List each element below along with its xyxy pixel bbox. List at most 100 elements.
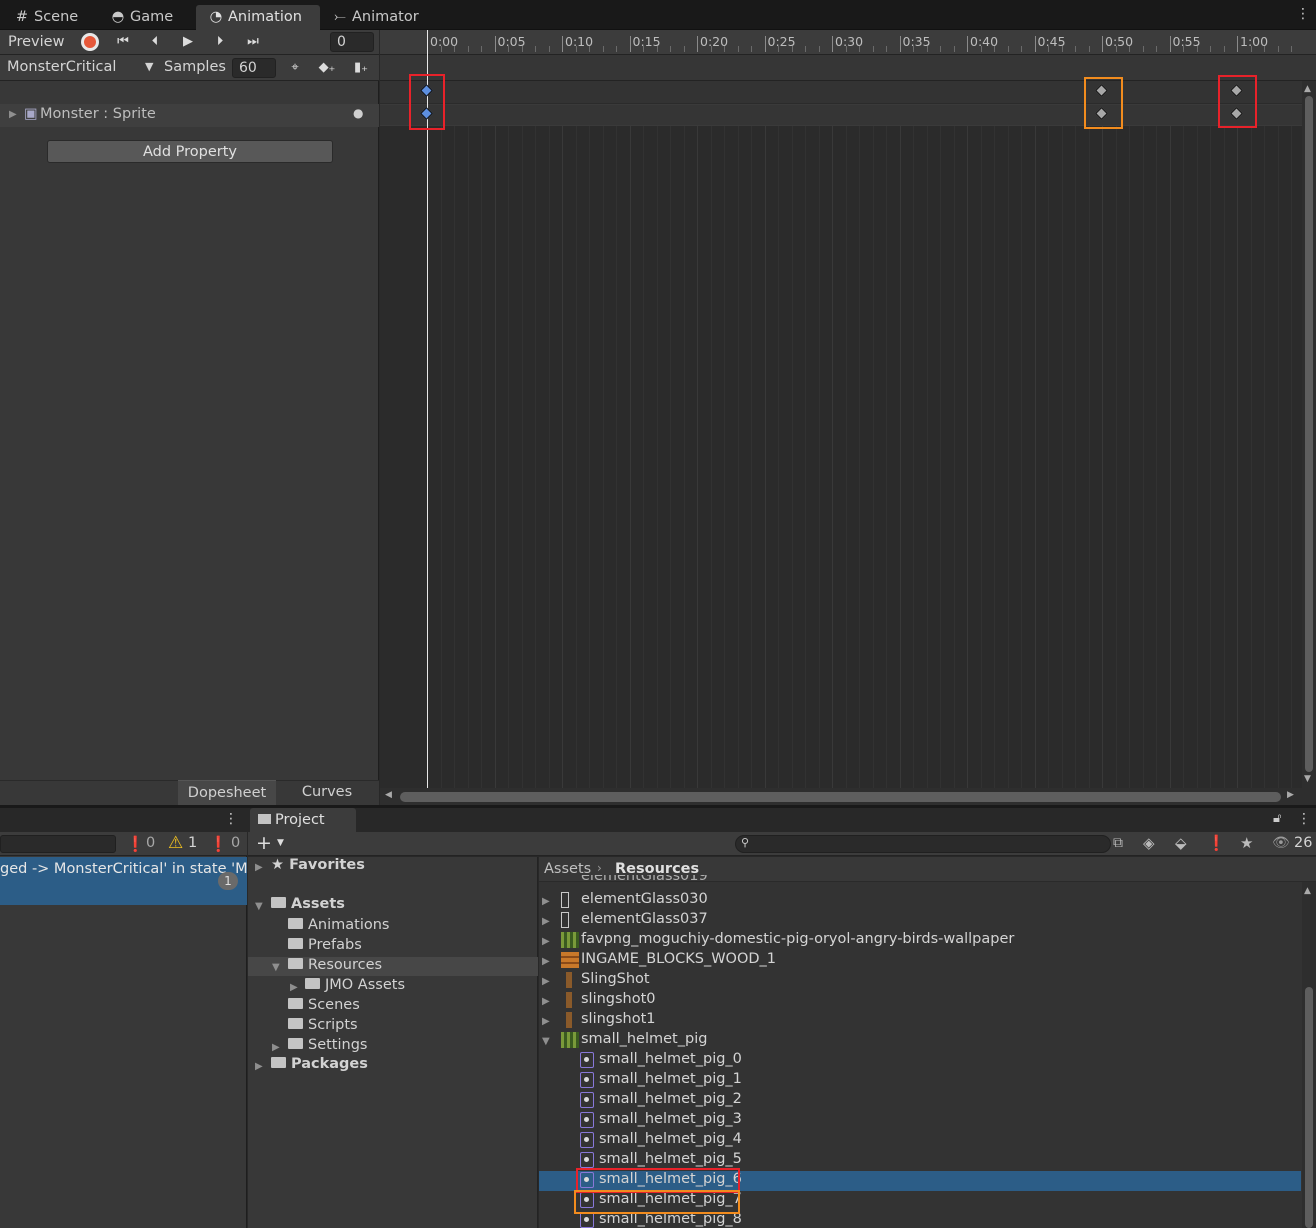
expand-arrow-icon[interactable]: ▶	[255, 1061, 263, 1072]
tree-item-animations[interactable]: Animations	[288, 917, 389, 933]
first-keyframe-icon[interactable]: ⏮	[110, 31, 136, 53]
tab-game[interactable]: ◓ Game	[98, 5, 185, 30]
record-icon[interactable]	[81, 33, 99, 51]
tree-item-jmo-assets[interactable]: JMO Assets	[305, 977, 405, 993]
project-search-input[interactable]	[735, 835, 1111, 853]
next-keyframe-icon[interactable]: ⏵	[207, 31, 233, 53]
summary-keyframe-row[interactable]	[380, 81, 1302, 103]
expand-arrow-icon[interactable]: ▶	[255, 862, 263, 873]
file-row[interactable]: slingshot0	[581, 991, 656, 1007]
expand-arrow-icon[interactable]: ▶	[542, 976, 550, 987]
eye-icon[interactable]: ●	[353, 106, 363, 120]
curves-tab[interactable]: Curves	[276, 780, 378, 805]
collapse-arrow-icon[interactable]: ▼	[255, 901, 263, 912]
file-row[interactable]: INGAME_BLOCKS_WOOD_1	[581, 951, 776, 967]
file-row-clipped[interactable]: elementGlass019	[581, 875, 708, 883]
vertical-scroll-thumb[interactable]	[1305, 96, 1313, 772]
file-row[interactable]: small_helmet_pig_1	[599, 1071, 742, 1087]
grid-line	[994, 104, 995, 788]
tree-item-favorites[interactable]: ★ Favorites	[271, 857, 365, 873]
tree-item-assets[interactable]: Assets	[271, 896, 345, 912]
tab-scene[interactable]: # Scene	[2, 5, 90, 30]
scroll-down-icon[interactable]: ▼	[1304, 774, 1311, 784]
file-row[interactable]: small_helmet_pig_2	[599, 1091, 742, 1107]
play-icon[interactable]: ▶	[175, 31, 201, 53]
console-log-entry[interactable]: ged -> MonsterCritical' in state 'Mo	[0, 857, 247, 905]
scroll-up-icon[interactable]: ▲	[1304, 84, 1311, 94]
tree-item-scenes[interactable]: Scenes	[288, 997, 360, 1013]
file-scroll-thumb[interactable]	[1305, 987, 1313, 1228]
lock-icon[interactable]: 🔓︎	[1273, 811, 1281, 826]
dopesheet-tab[interactable]: Dopesheet	[178, 780, 276, 805]
tree-item-prefabs[interactable]: Prefabs	[288, 937, 362, 953]
expand-arrow-icon[interactable]: ▶	[542, 916, 550, 927]
file-row[interactable]: SlingShot	[581, 971, 650, 987]
expand-arrow-icon[interactable]: ▶	[272, 1042, 280, 1053]
console-menu-icon[interactable]: ⋮	[224, 811, 238, 827]
filter-by-label-icon[interactable]: ⬙	[1175, 834, 1187, 852]
file-row[interactable]: small_helmet_pig_3	[599, 1111, 742, 1127]
preview-button[interactable]: Preview	[8, 34, 64, 50]
expand-arrow-icon[interactable]: ▶	[542, 896, 550, 907]
scroll-up-icon[interactable]: ▲	[1304, 886, 1311, 896]
file-row[interactable]: small_helmet_pig_5	[599, 1151, 742, 1167]
last-keyframe-icon[interactable]: ⏭	[240, 31, 266, 53]
ruler-minor-tick	[872, 46, 874, 52]
create-dropdown-icon[interactable]: ▼	[277, 838, 284, 848]
sprite-keyframe-row[interactable]	[380, 104, 1302, 126]
chevron-down-icon[interactable]: ▼	[145, 60, 153, 73]
file-row[interactable]: small_helmet_pig_4	[599, 1131, 742, 1147]
add-property-button[interactable]: Add Property	[47, 140, 333, 163]
tab-animation[interactable]: ◔ Animation	[196, 5, 320, 30]
project-menu-icon[interactable]: ⋮	[1297, 811, 1311, 827]
playhead[interactable]	[427, 30, 428, 788]
tree-item-scripts[interactable]: Scripts	[288, 1017, 358, 1033]
expand-arrow-icon[interactable]: ▶	[542, 956, 550, 967]
search-mode-icon[interactable]: ⧉	[1113, 835, 1123, 851]
file-row[interactable]: favpng_moguchiy-domestic-pig-oryol-angry…	[581, 931, 1014, 947]
tab-project[interactable]: Project	[250, 808, 356, 832]
snap-icon[interactable]: ⌖	[282, 57, 308, 79]
tree-item-packages[interactable]: Packages	[271, 1056, 368, 1072]
visibility-eye-icon[interactable]: 👁︎	[1272, 835, 1290, 851]
favorite-star-icon[interactable]: ★	[1240, 834, 1253, 852]
expand-arrow-icon[interactable]: ▶	[542, 936, 550, 947]
add-keyframe-icon[interactable]: ◆₊	[314, 57, 340, 79]
create-button[interactable]: +	[256, 832, 272, 854]
file-row[interactable]: elementGlass037	[581, 911, 708, 927]
console-search-input[interactable]	[0, 835, 116, 853]
tree-item-settings[interactable]: Settings	[288, 1037, 367, 1053]
ruler-minor-tick	[1088, 46, 1090, 52]
previous-keyframe-icon[interactable]: ⏴	[142, 31, 168, 53]
file-row[interactable]: elementGlass030	[581, 891, 708, 907]
scroll-left-icon[interactable]: ◀	[385, 790, 392, 800]
tab-animator[interactable]: ⤚ Animator	[320, 5, 431, 30]
horizontal-scroll-thumb[interactable]	[400, 792, 1281, 802]
expand-arrow-icon[interactable]: ▶	[542, 996, 550, 1007]
info-icon[interactable]: ❗	[126, 835, 145, 853]
collapse-arrow-icon[interactable]: ▼	[542, 1036, 550, 1047]
file-row[interactable]: small_helmet_pig_0	[599, 1051, 742, 1067]
expand-arrow-icon[interactable]: ▶	[542, 1016, 550, 1027]
frame-field[interactable]: 0	[330, 32, 374, 52]
tree-item-resources[interactable]: Resources	[288, 957, 382, 973]
file-row[interactable]: small_helmet_pig	[581, 1031, 707, 1047]
error-icon[interactable]: ❗	[209, 835, 228, 853]
dopesheet-timeline[interactable]	[380, 30, 1316, 805]
filter-by-type-icon[interactable]: ◈	[1143, 834, 1155, 852]
collapse-arrow-icon[interactable]: ▼	[272, 962, 280, 973]
ruler-minor-tick	[575, 46, 577, 52]
ruler-minor-tick	[1196, 46, 1198, 52]
expand-arrow-icon[interactable]: ▶	[9, 109, 17, 120]
scroll-right-icon[interactable]: ▶	[1287, 790, 1294, 800]
samples-field[interactable]: 60	[232, 58, 276, 78]
expand-arrow-icon[interactable]: ▶	[290, 982, 298, 993]
warning-icon[interactable]: ⚠	[168, 833, 183, 853]
window-menu-icon[interactable]: ⋮	[1296, 6, 1310, 22]
event-row[interactable]	[380, 55, 1316, 81]
clip-dropdown[interactable]: MonsterCritical	[7, 59, 116, 75]
file-row[interactable]: slingshot1	[581, 1011, 656, 1027]
add-event-icon[interactable]: ▮₊	[348, 57, 374, 79]
log-filter-icon[interactable]: ❗	[1207, 834, 1226, 852]
ruler-minor-tick	[1129, 46, 1130, 52]
